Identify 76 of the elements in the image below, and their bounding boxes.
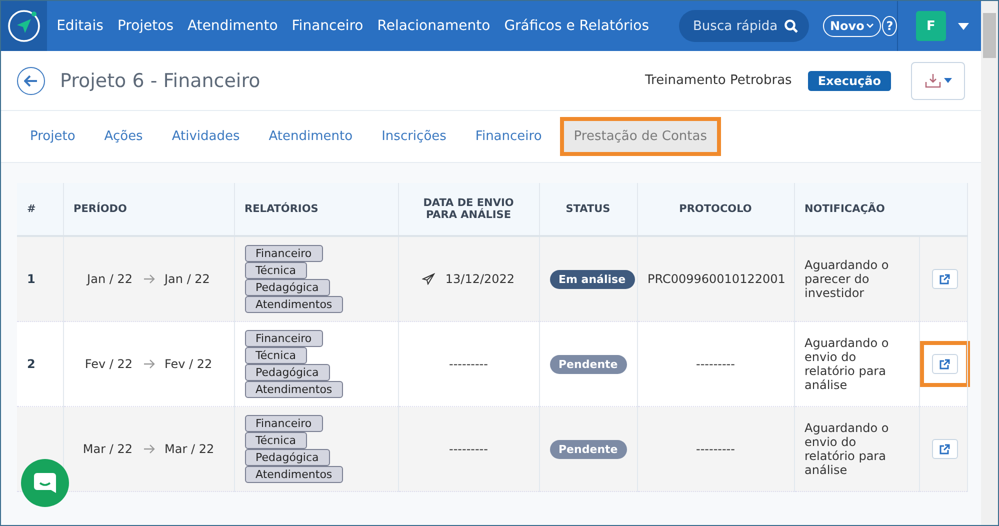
open-link-button[interactable] <box>932 354 958 374</box>
report-tag: Técnica <box>244 262 307 279</box>
period-end: Jan / 22 <box>164 272 210 286</box>
report-tag: Financeiro <box>244 330 323 347</box>
open-link-button[interactable] <box>932 439 958 459</box>
report-tag: Pedagógica <box>244 279 330 296</box>
tab[interactable]: Financeiro <box>462 121 555 152</box>
row-number: 2 <box>27 357 36 371</box>
tab[interactable]: Atividades <box>158 121 253 152</box>
nav-link[interactable]: Atendimento <box>188 18 278 34</box>
nav-link[interactable]: Editais <box>56 18 104 34</box>
report-tag: Técnica <box>244 432 307 449</box>
sent-date: 13/12/2022 <box>445 272 515 286</box>
help-button[interactable]: ? <box>882 16 897 36</box>
download-icon <box>924 73 940 88</box>
status-badge: Pendente <box>550 354 627 374</box>
chevron-icon <box>866 23 874 29</box>
nav-link[interactable]: Projetos <box>117 18 174 34</box>
notification-cell: Aguardando o envio do relatório para análise <box>794 406 919 492</box>
nav-link[interactable]: Financeiro <box>292 18 364 34</box>
report-tag: Pedagógica <box>244 449 330 466</box>
page-title: Projeto 6 - Financeiro <box>60 70 260 92</box>
row-number: 1 <box>27 272 36 286</box>
column-header: STATUS <box>539 183 637 236</box>
report-tag: Pedagógica <box>244 364 330 381</box>
arrow-icon <box>142 444 154 454</box>
back-arrow-icon <box>24 74 38 86</box>
report-tag: Atendimentos <box>244 466 344 483</box>
arrow-icon <box>142 274 154 284</box>
external-link-icon <box>939 274 950 284</box>
nav-link[interactable]: Gráficos e Relatórios <box>504 18 650 34</box>
download-button[interactable] <box>911 62 965 100</box>
tab[interactable]: Atendimento <box>256 121 366 152</box>
tab[interactable]: Ações <box>91 121 156 152</box>
column-header: NOTIFICAÇÃO <box>794 183 968 236</box>
period-start: Jan / 22 <box>87 272 132 286</box>
report-tag: Atendimentos <box>244 296 344 313</box>
status-badge: Em análise <box>550 270 635 288</box>
tab[interactable]: Inscrições <box>368 121 460 152</box>
period-start: Mar / 22 <box>82 442 132 456</box>
tab[interactable]: Projeto <box>17 121 88 152</box>
column-header: PERÍODO <box>63 183 234 236</box>
user-avatar[interactable]: F <box>916 11 946 41</box>
report-tag: Atendimentos <box>244 381 344 398</box>
paper-plane-icon <box>422 273 436 285</box>
chat-icon <box>33 472 57 494</box>
arrow-icon <box>142 359 154 369</box>
caret-icon <box>944 78 952 83</box>
period-start: Fev / 22 <box>84 357 132 371</box>
period-end: Fev / 22 <box>164 357 212 371</box>
column-header: DATA DE ENVIO PARA ANÁLISE <box>398 183 539 236</box>
back-button[interactable] <box>17 66 45 94</box>
phase-badge: Execução <box>808 70 891 90</box>
report-tag: Financeiro <box>244 415 323 432</box>
column-header: PROTOCOLO <box>637 183 794 236</box>
column-header: RELATÓRIOS <box>234 183 398 236</box>
tab[interactable]: Prestação de Contas <box>564 121 717 152</box>
search-field[interactable]: Busca rápida <box>679 10 810 42</box>
nav-link[interactable]: Relacionamento <box>377 18 490 34</box>
sent-date: --------- <box>449 357 488 371</box>
period-end: Mar / 22 <box>164 442 214 456</box>
caret-icon[interactable] <box>958 22 969 30</box>
column-header: # <box>17 183 63 236</box>
status-badge: Pendente <box>550 440 627 458</box>
report-tag: Técnica <box>244 347 307 364</box>
new-button[interactable]: Novo <box>823 15 882 37</box>
open-link-button[interactable] <box>932 269 958 289</box>
search-icon <box>784 19 798 33</box>
external-link-icon <box>939 444 950 454</box>
logo-icon[interactable] <box>1 1 47 51</box>
scrollbar[interactable] <box>981 1 998 525</box>
protocol-cell: --------- <box>637 406 794 492</box>
external-link-icon <box>939 358 950 370</box>
report-tag: Financeiro <box>244 245 323 262</box>
client-name: Treinamento Petrobras <box>645 73 792 88</box>
sent-date: --------- <box>449 442 488 456</box>
